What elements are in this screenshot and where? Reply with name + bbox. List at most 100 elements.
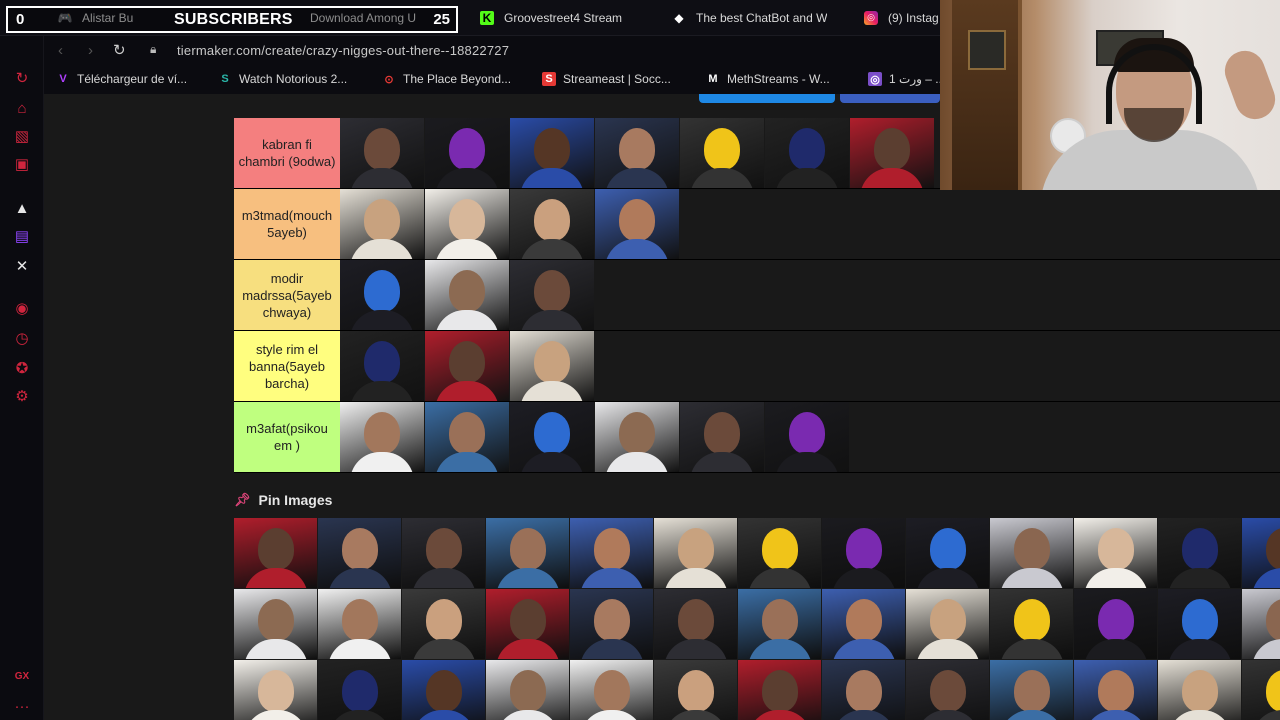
tier-label[interactable]: style rim el banna(5ayeb barcha) [234,331,340,401]
pin-image[interactable] [822,518,905,588]
pin-image[interactable] [822,660,905,720]
x-twitter-icon[interactable]: ✕ [12,256,32,276]
tab-groovestreet[interactable]: K Groovestreet4 Stream [480,0,650,35]
pin-image[interactable] [1074,589,1157,659]
bookmark-telechargeur[interactable]: V Téléchargeur de ví... [56,72,187,86]
tier-image[interactable] [510,260,594,330]
tier-label[interactable]: kabran fi chambri (9odwa) [234,118,340,188]
tab-instagram[interactable]: ◎ (9) Instag [864,0,940,35]
gx-corner-icon[interactable]: ⌂ [12,98,32,118]
tier-image[interactable] [340,118,424,188]
pin-image[interactable] [738,589,821,659]
tier-image[interactable] [680,402,764,472]
pin-image[interactable] [654,518,737,588]
bookmark-icon: S [221,73,229,85]
pin-image[interactable] [318,660,401,720]
tier-image[interactable] [510,402,594,472]
tier-image[interactable] [340,331,424,401]
tier-image[interactable] [425,118,509,188]
pin-image[interactable] [486,518,569,588]
tier-label[interactable]: modir madrssa(5ayeb chwaya) [234,260,340,330]
pin-image[interactable] [738,518,821,588]
pin-image[interactable] [1158,589,1241,659]
download-button[interactable] [699,94,835,103]
pin-image[interactable] [486,660,569,720]
tier-image[interactable] [340,402,424,472]
pin-image[interactable] [1074,518,1157,588]
pin-image[interactable] [234,589,317,659]
back-icon[interactable]: ‹ [58,42,63,59]
messenger-icon[interactable]: ▣ [12,154,32,174]
pin-image[interactable] [570,589,653,659]
pin-image[interactable] [738,660,821,720]
pin-image[interactable] [234,660,317,720]
pin-image[interactable] [990,589,1073,659]
address-bar: ‹ › ↻ 🔒︎ tiermaker.com/create/crazy-nigg… [44,36,940,66]
tier-image[interactable] [595,189,679,259]
pin-image[interactable] [654,589,737,659]
player-icon[interactable]: ◉ [12,298,32,318]
tier-image[interactable] [425,260,509,330]
tier-image[interactable] [510,189,594,259]
aria-icon[interactable]: ▲ [12,198,32,218]
pin-image[interactable] [570,518,653,588]
bookmark-streameast[interactable]: S Streameast | Socc... [542,72,671,86]
pin-image[interactable] [990,660,1073,720]
pin-image[interactable] [318,518,401,588]
tier-image[interactable] [425,402,509,472]
tier-image[interactable] [425,189,509,259]
pin-image[interactable] [1242,589,1280,659]
tier-image[interactable] [680,118,764,188]
twitch-icon[interactable]: ▤ [12,226,32,246]
pin-image[interactable] [1242,660,1280,720]
tier-image[interactable] [340,189,424,259]
history-icon[interactable]: ◷ [12,328,32,348]
tier-image[interactable] [595,402,679,472]
tier-items [340,118,935,188]
tier-image[interactable] [765,402,849,472]
pin-image[interactable] [402,660,485,720]
pin-image[interactable] [906,518,989,588]
pin-image[interactable] [906,589,989,659]
pin-image[interactable] [570,660,653,720]
pin-image[interactable] [1242,518,1280,588]
tier-image[interactable] [340,260,424,330]
bookmark-methstreams[interactable]: M MethStreams - W... [706,72,829,86]
pin-image[interactable] [822,589,905,659]
tab-chatbot[interactable]: ◆ The best ChatBot and W [672,0,842,35]
pin-image[interactable] [486,589,569,659]
pin-image[interactable] [990,518,1073,588]
forward-icon[interactable]: › [88,42,93,59]
bookmark-watch-notorious[interactable]: S Watch Notorious 2... [218,72,347,86]
tier-items [340,260,595,330]
extensions-icon[interactable]: ✪ [12,358,32,378]
pin-image[interactable] [1158,518,1241,588]
tier-image[interactable] [595,118,679,188]
bookmark-place-beyond[interactable]: ⊙ The Place Beyond... [382,72,511,86]
url-field[interactable]: tiermaker.com/create/crazy-nigges-out-th… [177,43,509,58]
pin-image[interactable] [906,660,989,720]
speed-dial-icon[interactable]: ↻ [12,68,32,88]
settings-icon[interactable]: ⚙ [12,386,32,406]
tier-image[interactable] [425,331,509,401]
pin-image[interactable] [318,589,401,659]
tier-image[interactable] [510,118,594,188]
cleaner-icon[interactable]: ▧ [12,126,32,146]
bookmarks-bar: V Téléchargeur de ví... S Watch Notoriou… [44,66,945,94]
pin-image[interactable] [234,518,317,588]
save-button[interactable] [840,94,940,103]
more-icon[interactable]: ··· [12,696,32,716]
pin-image[interactable] [1158,660,1241,720]
reload-icon[interactable]: ↻ [113,41,126,59]
tier-label[interactable]: m3afat(psikou em ) [234,402,340,472]
pin-image[interactable] [402,518,485,588]
webcam-door [952,0,1022,190]
pin-image[interactable] [1074,660,1157,720]
bookmark-arabic[interactable]: ◎ 1 ورت – ... [868,72,945,86]
tier-image[interactable] [850,118,934,188]
pin-image[interactable] [654,660,737,720]
pin-image[interactable] [402,589,485,659]
tier-image[interactable] [765,118,849,188]
tier-image[interactable] [510,331,594,401]
tier-label[interactable]: m3tmad(mouch 5ayeb) [234,189,340,259]
